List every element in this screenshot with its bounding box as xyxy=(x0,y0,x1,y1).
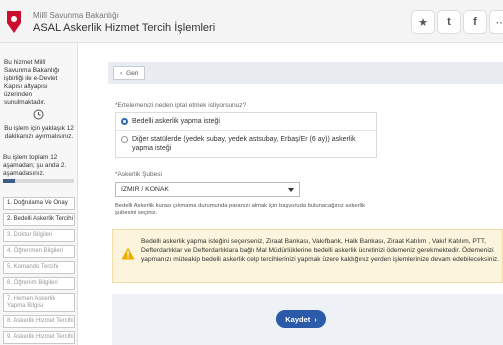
facebook-button[interactable]: f xyxy=(463,10,487,34)
caret-down-icon xyxy=(288,188,294,192)
cancel-reason-options: Bedelli askerlik yapma isteği Diğer stat… xyxy=(115,112,377,158)
step-list: 1. Doğrulama Ve Onay 2. Bedelli Askerlik… xyxy=(3,197,75,345)
service-info-text: Bu hizmet Millî Savunma Bakanlığı işbirl… xyxy=(4,59,60,106)
step-item-3: 3. Doktor Bilgileri xyxy=(3,229,75,242)
askerlik-subesi-select[interactable]: IZMIR / KONAK xyxy=(115,182,300,197)
step-item-4: 4. Öğrenmen Bilgileri xyxy=(3,245,75,258)
msb-logo-icon xyxy=(7,11,21,33)
warning-text: Bedelli askerlik yapma isteğini seçersen… xyxy=(141,238,500,263)
option-other-status[interactable]: Diğer statülerde (yedek subay, yedek ast… xyxy=(116,130,376,157)
option-other-status-label: Diğer statülerde (yedek subay, yedek ast… xyxy=(132,136,356,152)
step-item-7: 7. Hemen Askerlik Yapma Bilgisi xyxy=(3,293,75,312)
step-item-5: 5. Komando Tercihi xyxy=(3,261,75,274)
app-title: ASAL Askerlik Hizmet Tercih İşlemleri xyxy=(33,22,216,34)
share-button[interactable]: ⋯ xyxy=(489,10,503,34)
option-bedelli[interactable]: Bedelli askerlik yapma isteği xyxy=(116,113,376,130)
askerlik-subesi-value: IZMIR / KONAK xyxy=(121,186,169,193)
content-toolbar: ‹ Geri xyxy=(108,62,503,84)
facebook-icon: f xyxy=(473,16,477,28)
warning-icon xyxy=(121,247,135,260)
step-item-1[interactable]: 1. Doğrulama Ve Onay xyxy=(3,197,75,210)
askerlik-subesi-label: *Askerlik Şubesi xyxy=(115,171,162,178)
app-header: Millî Savunma Bakanlığı ASAL Askerlik Hi… xyxy=(0,0,503,43)
option-bedelli-label: Bedelli askerlik yapma isteği xyxy=(132,118,220,125)
chevron-right-icon: › xyxy=(314,314,317,324)
twitter-button[interactable]: t xyxy=(437,10,461,34)
star-icon: ★ xyxy=(418,16,428,29)
back-button-label: Geri xyxy=(126,69,139,77)
warning-alert: Bedelli askerlik yapma isteğini seçersen… xyxy=(112,229,503,283)
org-name: Millî Savunma Bakanlığı xyxy=(33,11,119,20)
time-estimate-text: Bu işlem için yaklaşık 12 dakikanızı ayı… xyxy=(4,125,74,140)
sidebar: Bu hizmet Millî Savunma Bakanlığı işbirl… xyxy=(0,43,78,345)
back-button[interactable]: ‹ Geri xyxy=(113,66,146,80)
twitter-icon: t xyxy=(447,16,451,28)
radio-bedelli[interactable] xyxy=(121,118,128,125)
step-progress-bar xyxy=(3,179,74,183)
step-item-9: 9. Askerlik Hizmet Tercihi xyxy=(3,331,75,344)
sube-help-text: Bedelli Askerlik kurası çıkmama durumund… xyxy=(115,203,366,216)
clock-icon xyxy=(33,109,44,120)
favorite-button[interactable]: ★ xyxy=(411,10,435,34)
chevron-left-icon: ‹ xyxy=(120,69,123,77)
radio-other-status[interactable] xyxy=(121,136,128,143)
cancel-reason-question: *Ertelemenizi neden iptal etmek istiyors… xyxy=(115,102,247,109)
progress-fill xyxy=(3,179,16,183)
step-item-6: 6. Öğrenim Bilgileri xyxy=(3,277,75,290)
share-icon: ⋯ xyxy=(495,16,503,29)
step-item-8: 8. Askerlik Hizmet Tercihi xyxy=(3,315,75,328)
save-button[interactable]: Kaydet › xyxy=(276,310,326,328)
step-item-2[interactable]: 2. Bedelli Askerlik Tercihi xyxy=(3,213,75,226)
step-status-text: Bu işlem toplam 12 aşamadan; şu anda 2. … xyxy=(3,154,67,177)
save-button-label: Kaydet xyxy=(285,314,311,324)
